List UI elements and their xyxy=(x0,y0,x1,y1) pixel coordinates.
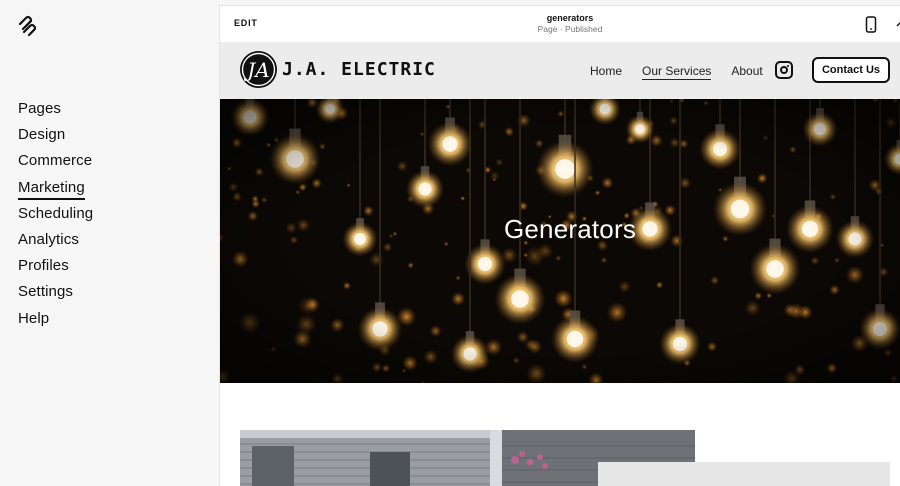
sidebar-item-help[interactable]: Help xyxy=(18,308,93,334)
hero-banner: Generators xyxy=(220,99,900,383)
sidebar-item-pages[interactable]: Pages xyxy=(18,98,93,124)
ja-monogram-icon[interactable]: JA xyxy=(240,51,277,88)
page-name: generators xyxy=(220,13,900,23)
sidebar-item-commerce[interactable]: Commerce xyxy=(18,150,93,176)
left-sidebar: Pages Design Commerce Marketing Scheduli… xyxy=(0,0,220,485)
sidebar-item-profiles[interactable]: Profiles xyxy=(18,255,93,281)
sidebar-item-analytics[interactable]: Analytics xyxy=(18,229,93,255)
site-title[interactable]: J.A. ELECTRIC xyxy=(282,59,436,80)
instagram-icon[interactable] xyxy=(775,61,793,79)
sidebar-item-design[interactable]: Design xyxy=(18,124,93,150)
page-info: generators Page · Published xyxy=(220,13,900,34)
sidebar-item-settings[interactable]: Settings xyxy=(18,281,93,307)
sidebar-item-marketing[interactable]: Marketing xyxy=(18,177,93,203)
contact-us-button[interactable]: Contact Us xyxy=(812,57,890,83)
site-nav-about[interactable]: About xyxy=(731,64,762,80)
site-nav-home[interactable]: Home xyxy=(590,64,622,80)
chevron-up-icon[interactable] xyxy=(896,19,900,29)
editor-top-bar: EDIT generators Page · Published xyxy=(220,6,900,42)
content-gray-block xyxy=(598,462,890,486)
squarespace-logo-icon[interactable] xyxy=(16,14,38,36)
site-preview-frame: EDIT generators Page · Published JA J.A.… xyxy=(220,6,900,486)
page-status: Page · Published xyxy=(220,24,900,34)
site-nav: Home Our Services About xyxy=(590,64,783,80)
sidebar-item-scheduling[interactable]: Scheduling xyxy=(18,203,93,229)
svg-text:JA: JA xyxy=(243,58,269,82)
sidebar-nav: Pages Design Commerce Marketing Scheduli… xyxy=(18,98,93,334)
page-content xyxy=(220,383,900,486)
site-header: JA J.A. ELECTRIC Home Our Services About… xyxy=(220,42,900,99)
site-nav-our-services[interactable]: Our Services xyxy=(642,64,711,80)
hero-title[interactable]: Generators xyxy=(220,214,900,245)
mobile-phone-icon[interactable] xyxy=(865,16,877,33)
